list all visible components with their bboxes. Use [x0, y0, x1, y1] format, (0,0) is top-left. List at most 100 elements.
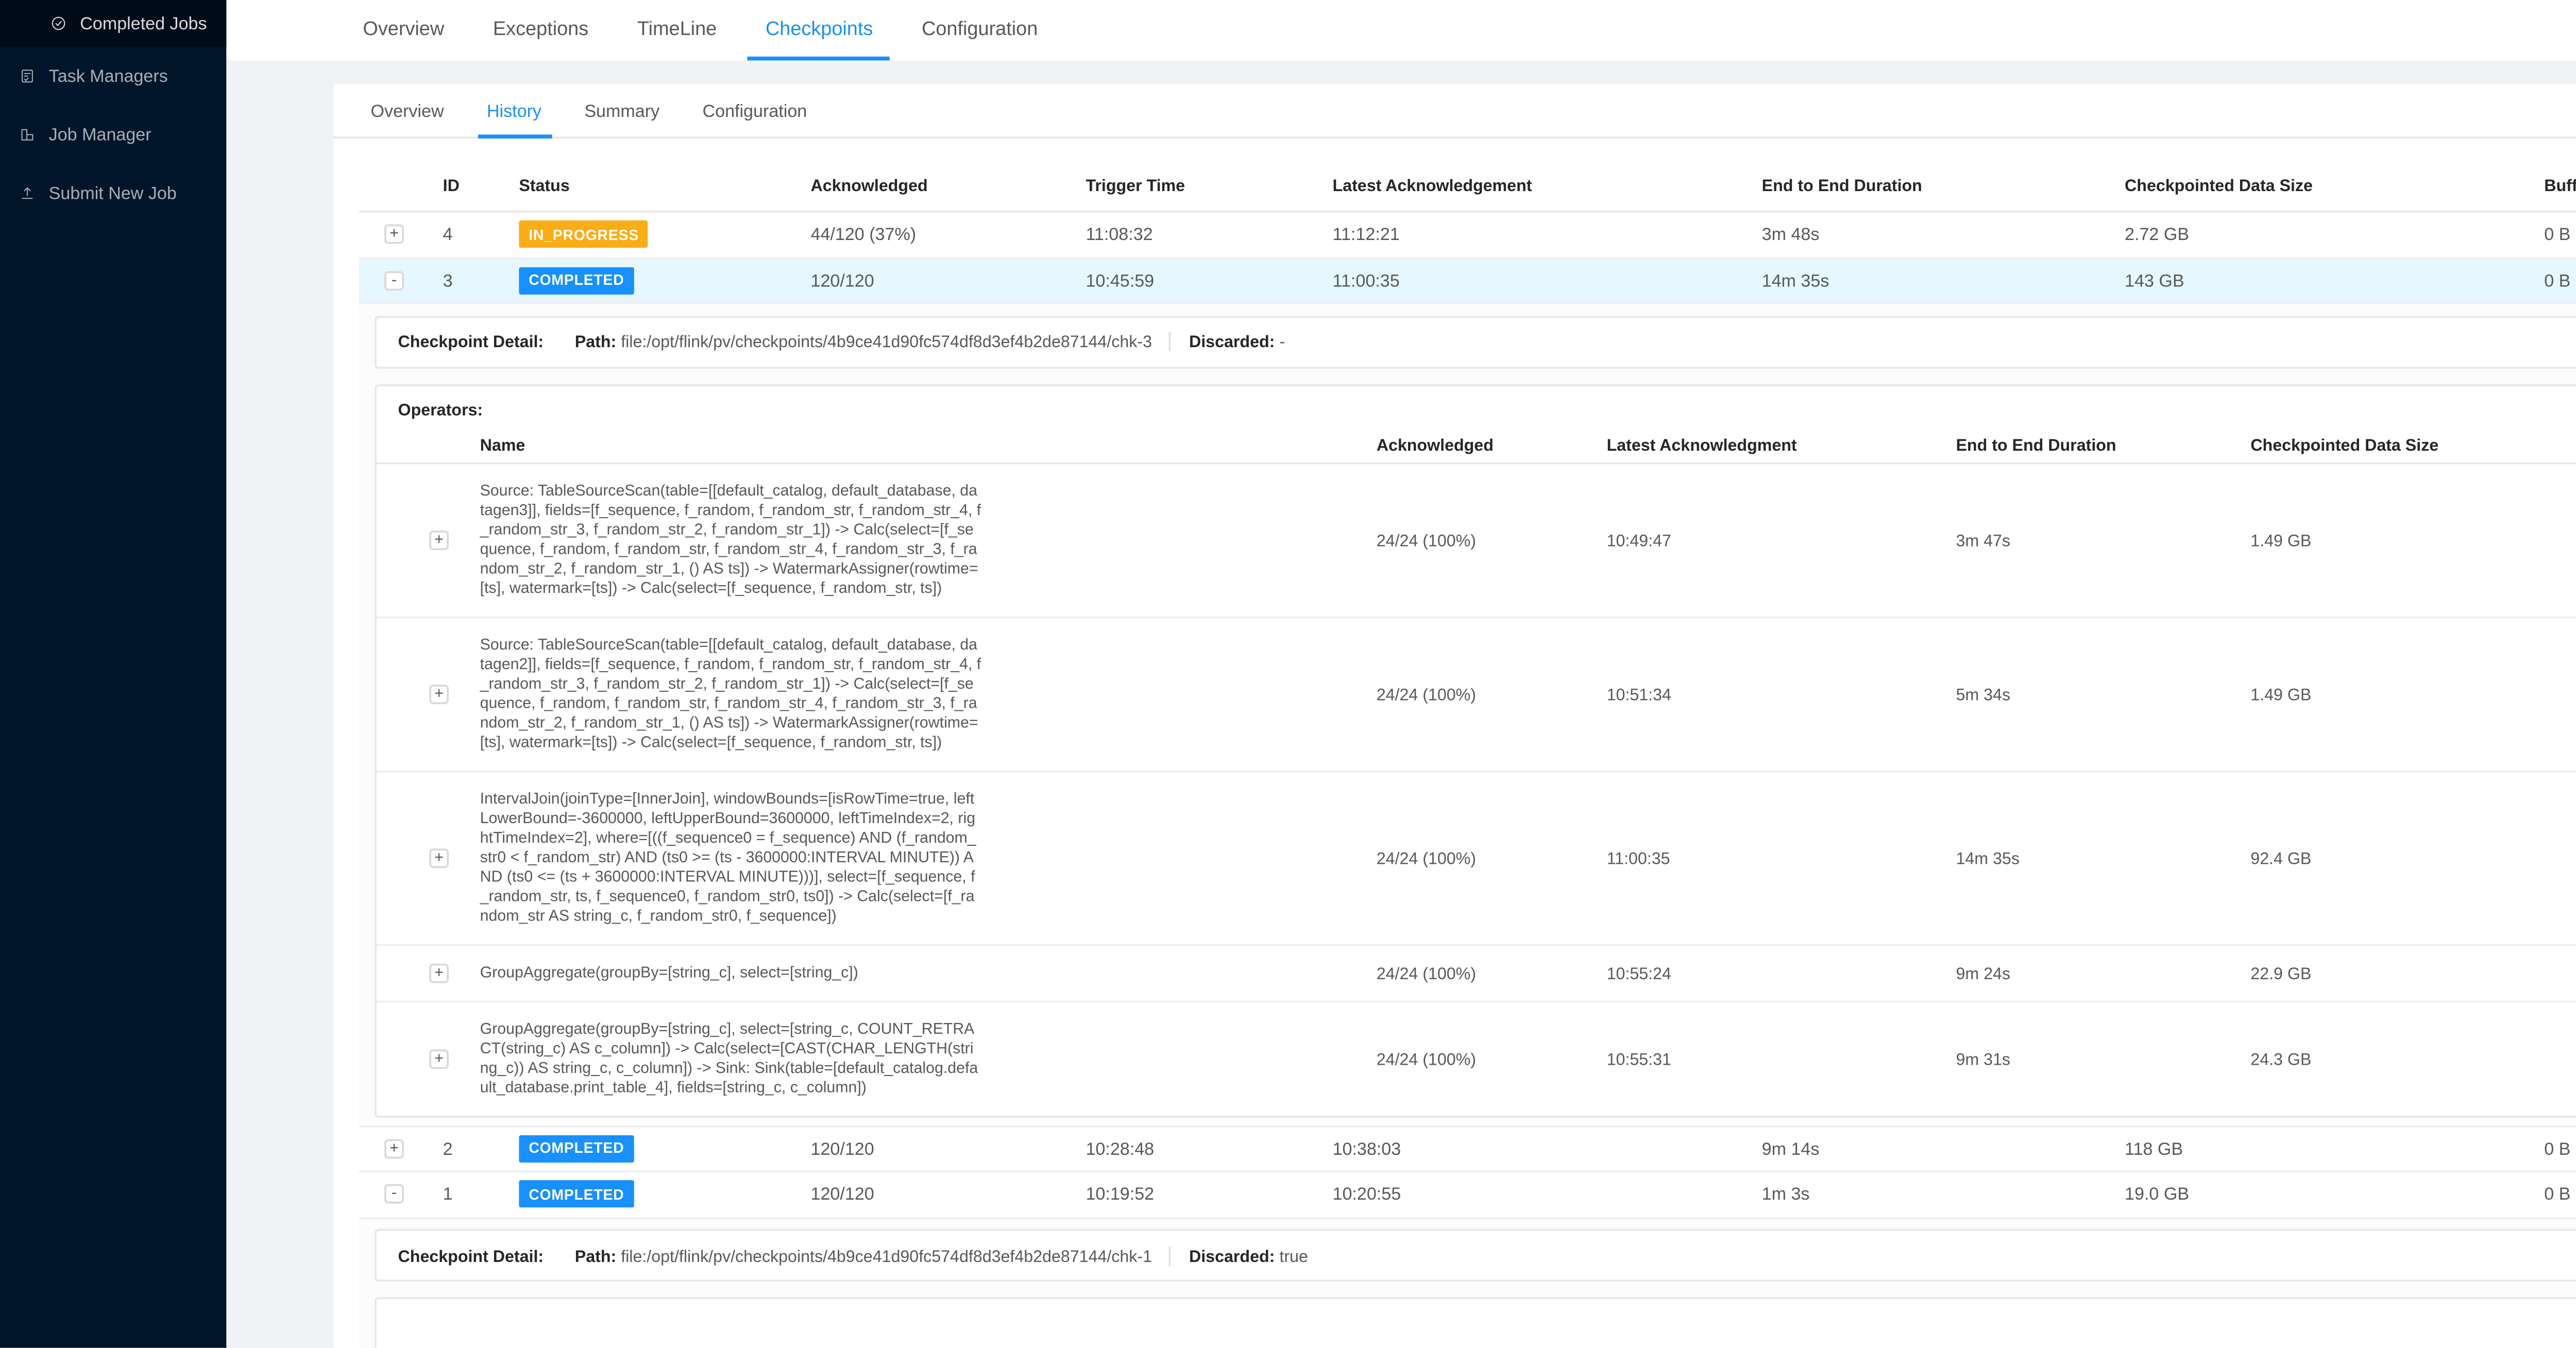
op-cell-latest-ack: 10:55:31 — [1607, 1049, 1956, 1068]
cell-trigger-time: 11:08:32 — [1086, 225, 1332, 244]
tab-label: Checkpoints — [766, 20, 873, 41]
path-value: file:/opt/flink/pv/checkpoints/4b9ce41d9… — [621, 1245, 1152, 1265]
discarded-label: Discarded: — [1189, 332, 1275, 351]
op-cell-acknowledged: 24/24 (100%) — [1377, 1049, 1607, 1068]
table-row: + 4 IN_PROGRESS 44/120 (37%) 11:08:32 11… — [359, 213, 2576, 259]
expand-operator-button[interactable]: + — [429, 684, 449, 703]
op-cell-name: Source: TableSourceScan(table=[[default_… — [466, 463, 981, 615]
vertical-divider — [1170, 1245, 1172, 1265]
op-col-name: Name — [466, 434, 1377, 454]
tab-label: TimeLine — [637, 20, 717, 41]
cell-data-size: 2.72 GB — [2125, 225, 2544, 244]
checkpoint-history-table: ID Status Acknowledged Trigger Time Late… — [359, 158, 2576, 1348]
subtab-history[interactable]: History — [481, 84, 548, 136]
checkpoint-detail-label: Checkpoint Detail: — [398, 332, 544, 351]
tab-configuration[interactable]: Configuration — [904, 0, 1055, 60]
checkpoint-detail-box: Checkpoint Detail: Path: file:/opt/flink… — [375, 315, 2576, 368]
op-cell-e2e-duration: 14m 35s — [1956, 847, 2250, 867]
collapse-row-button[interactable]: - — [384, 1185, 404, 1204]
cell-trigger-time: 10:45:59 — [1086, 270, 1332, 290]
expand-operator-button[interactable]: + — [429, 1049, 449, 1068]
expand-operator-button[interactable]: + — [429, 963, 449, 982]
expanded-detail-chk3: Checkpoint Detail: Path: file:/opt/flink… — [359, 304, 2576, 1127]
subtab-summary[interactable]: Summary — [579, 84, 666, 136]
op-cell-latest-ack: 10:51:34 — [1607, 684, 1956, 703]
cell-buffered: 0 B — [2544, 1139, 2576, 1158]
op-col-latest-ack: Latest Acknowledgment — [1607, 434, 1956, 454]
expand-row-button[interactable]: + — [384, 1139, 404, 1158]
subtab-configuration[interactable]: Configuration — [697, 84, 813, 136]
op-cell-data-size: 22.9 GB — [2250, 963, 2576, 982]
tab-label: Configuration — [922, 20, 1038, 41]
cell-buffered: 0 B — [2544, 270, 2576, 290]
collapse-row-button[interactable]: - — [384, 270, 404, 290]
cell-id: 2 — [443, 1139, 519, 1158]
cell-acknowledged: 120/120 — [810, 1185, 1086, 1204]
sidebar-item-task-managers[interactable]: Task Managers — [0, 47, 226, 106]
op-cell-e2e-duration: 9m 31s — [1956, 1049, 2250, 1068]
tab-overview[interactable]: Overview — [345, 0, 462, 60]
sidebar: Completed Jobs Task Managers Job Manager… — [0, 0, 226, 1348]
operators-header: Name Acknowledged Latest Acknowledgment … — [377, 426, 2576, 463]
cell-buffered: 0 B — [2544, 1185, 2576, 1204]
cell-data-size: 19.0 GB — [2125, 1185, 2544, 1204]
status-badge: IN_PROGRESS — [519, 221, 648, 248]
status-badge: COMPLETED — [519, 267, 634, 294]
expand-operator-button[interactable]: + — [429, 847, 449, 867]
col-latest-ack: Latest Acknowledgement — [1333, 175, 1762, 194]
discarded-label: Discarded: — [1189, 1245, 1275, 1265]
op-cell-latest-ack: 10:55:24 — [1607, 963, 1956, 982]
sidebar-item-label: Job Manager — [49, 125, 151, 144]
vertical-divider — [1170, 332, 1172, 351]
tab-label: Exceptions — [493, 20, 588, 41]
cell-latest-ack: 10:20:55 — [1333, 1185, 1762, 1204]
op-cell-e2e-duration: 3m 47s — [1956, 530, 2250, 549]
sidebar-item-label: Task Managers — [49, 66, 168, 86]
op-cell-latest-ack: 11:00:35 — [1607, 847, 1956, 867]
op-col-acknowledged: Acknowledged — [1377, 434, 1607, 454]
checkpoints-subtabs: Overview History Summary Configuration R… — [334, 84, 2576, 139]
op-cell-name: GroupAggregate(groupBy=[string_c], selec… — [466, 1002, 981, 1115]
sidebar-item-submit-new-job[interactable]: Submit New Job — [0, 164, 226, 223]
op-cell-name: IntervalJoin(joinType=[InnerJoin], windo… — [466, 772, 981, 943]
table-row: + 2 COMPLETED 120/120 10:28:48 10:38:03 … — [359, 1127, 2576, 1172]
expand-row-button[interactable]: + — [384, 225, 404, 244]
col-trigger-time: Trigger Time — [1086, 175, 1332, 194]
subtab-overview[interactable]: Overview — [365, 84, 450, 136]
op-cell-data-size: 1.49 GB — [2250, 530, 2576, 549]
expand-operator-button[interactable]: + — [429, 530, 449, 549]
status-badge: COMPLETED — [519, 1181, 634, 1208]
col-acknowledged: Acknowledged — [810, 175, 1086, 194]
cell-acknowledged: 44/120 (37%) — [810, 225, 1086, 244]
op-cell-e2e-duration: 5m 34s — [1956, 684, 2250, 703]
sidebar-item-job-manager[interactable]: Job Manager — [0, 105, 226, 164]
tab-exceptions[interactable]: Exceptions — [476, 0, 606, 60]
checkpoints-card: Overview History Summary Configuration R… — [334, 84, 2576, 1348]
cell-id: 3 — [443, 270, 519, 290]
tab-timeline[interactable]: TimeLine — [620, 0, 735, 60]
op-cell-acknowledged: 24/24 (100%) — [1377, 963, 1607, 982]
sidebar-item-completed-jobs[interactable]: Completed Jobs — [0, 0, 226, 47]
cell-e2e-duration: 1m 3s — [1762, 1185, 2125, 1204]
table-header: ID Status Acknowledged Trigger Time Late… — [359, 158, 2576, 213]
op-cell-data-size: 24.3 GB — [2250, 1049, 2576, 1068]
tab-checkpoints[interactable]: Checkpoints — [748, 0, 891, 60]
job-tabs-bar: Overview Exceptions TimeLine Checkpoints… — [226, 0, 2576, 60]
op-cell-name: GroupAggregate(groupBy=[string_c], selec… — [466, 945, 981, 1000]
path-label: Path: — [575, 332, 616, 351]
cell-id: 1 — [443, 1185, 519, 1204]
cell-latest-ack: 11:00:35 — [1333, 270, 1762, 290]
cell-e2e-duration: 14m 35s — [1762, 270, 2125, 290]
checkpoint-detail-box: Checkpoint Detail: Path: file:/opt/flink… — [375, 1229, 2576, 1282]
op-cell-data-size: 1.49 GB — [2250, 684, 2576, 703]
op-col-e2e-duration: End to End Duration — [1956, 434, 2250, 454]
operator-row: + GroupAggregate(groupBy=[string_c], sel… — [377, 945, 2576, 1002]
table-row: - 3 COMPLETED 120/120 10:45:59 11:00:35 … — [359, 259, 2576, 304]
cell-latest-ack: 10:38:03 — [1333, 1139, 1762, 1158]
subtab-label: History — [487, 100, 541, 120]
cell-acknowledged: 120/120 — [810, 1139, 1086, 1158]
subtab-label: Overview — [371, 100, 444, 120]
build-icon — [20, 127, 35, 142]
operator-row: + Source: TableSourceScan(table=[[defaul… — [377, 463, 2576, 617]
sidebar-item-label: Submit New Job — [49, 183, 177, 203]
